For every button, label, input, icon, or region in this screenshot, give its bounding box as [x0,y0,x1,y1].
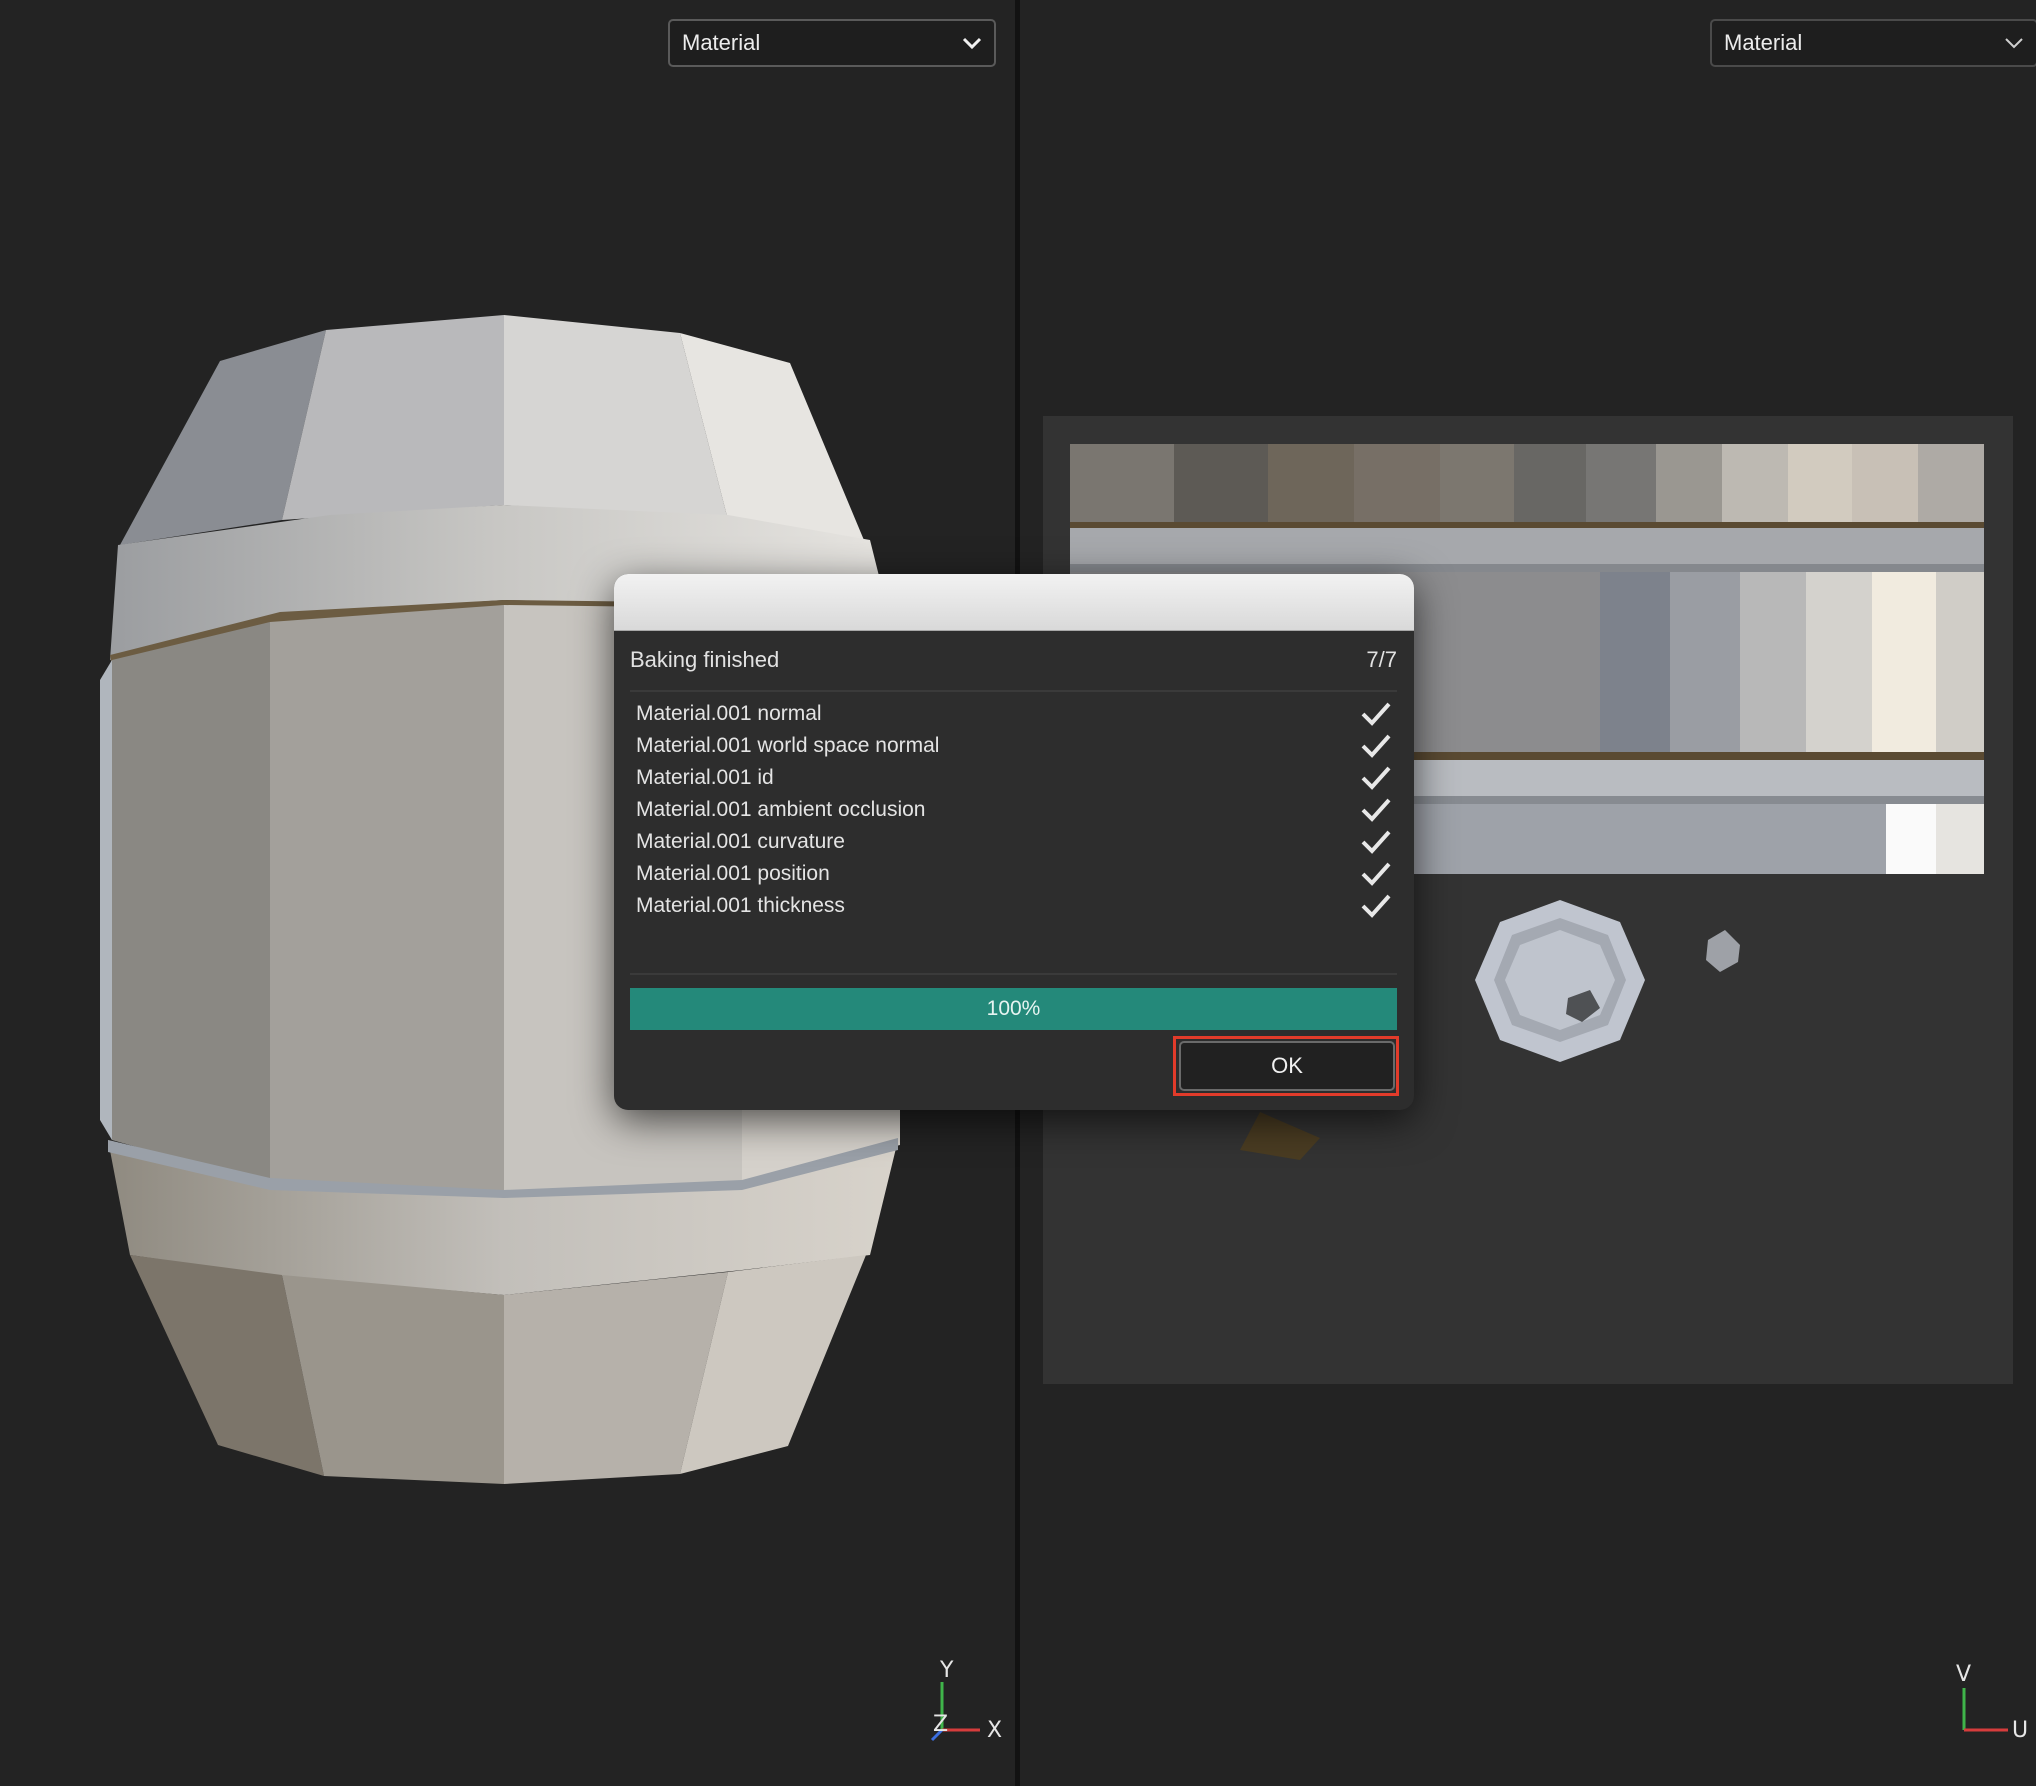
dropdown-label: Material [1724,30,1803,55]
task-label: Material.001 normal [636,702,822,725]
list-item: Material.001 world space normal [636,730,1394,762]
check-icon [1361,798,1391,822]
check-icon [1361,702,1391,726]
status-text: Baking finished [630,647,780,672]
axis-gizmo-3d: Y Z X [930,1658,1010,1750]
axis-gizmo-uv: V U [1956,1662,2036,1752]
chevron-down-icon [2005,38,2023,49]
check-icon [1361,830,1391,854]
check-icon [1361,894,1391,918]
task-label: Material.001 world space normal [636,734,940,757]
ok-button[interactable]: OK [1179,1041,1395,1091]
task-label: Material.001 curvature [636,830,845,853]
task-label: Material.001 thickness [636,894,845,917]
list-item: Material.001 position [636,858,1394,890]
axis-label-u: U [2012,1718,2029,1743]
check-icon [1361,734,1391,758]
list-item: Material.001 curvature [636,826,1394,858]
divider [630,973,1397,975]
axis-label-x: X [987,1718,1003,1743]
material-mode-dropdown[interactable]: Material [668,19,996,67]
baking-dialog: Baking finished 7/7 Material.001 normal … [614,574,1414,1110]
check-icon [1361,766,1391,790]
material-mode-dropdown-right[interactable]: Material [1710,19,2036,67]
task-label: Material.001 position [636,862,830,885]
task-count: 7/7 [1366,647,1397,672]
axis-label-z: Z [933,1712,949,1737]
dialog-header: Baking finished 7/7 [630,630,1397,692]
check-icon [1361,862,1391,886]
dropdown-label: Material [682,30,761,55]
list-item: Material.001 ambient occlusion [636,794,1394,826]
list-item: Material.001 normal [636,698,1394,730]
list-item: Material.001 thickness [636,890,1394,922]
progress-label: 100% [986,997,1041,1020]
axis-label-v: V [1956,1662,1972,1687]
progress-bar: 100% [630,988,1397,1030]
chevron-down-icon [962,37,982,50]
axis-label-y: Y [940,1658,954,1683]
bake-task-list: Material.001 normal Material.001 world s… [636,698,1394,922]
dialog-titlebar[interactable] [614,574,1414,631]
task-label: Material.001 ambient occlusion [636,798,926,821]
list-item: Material.001 id [636,762,1394,794]
task-label: Material.001 id [636,766,774,789]
